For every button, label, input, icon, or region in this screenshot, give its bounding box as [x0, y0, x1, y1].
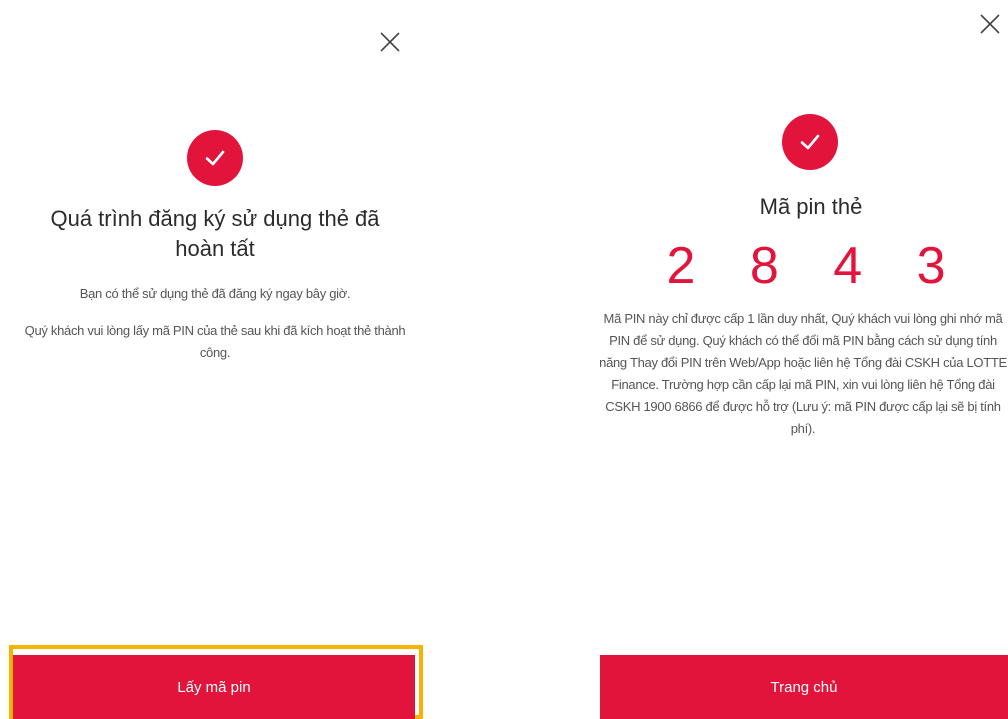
close-icon[interactable]: [978, 12, 1004, 38]
check-circle-icon: [187, 130, 243, 186]
card-pin-screen: Mã pin thẻ 2 8 4 3 Mã PIN này chỉ được c…: [598, 0, 1008, 719]
pin-instruction: Quý khách vui lòng lấy mã PIN của thẻ sa…: [24, 323, 406, 360]
home-button[interactable]: Trang chủ: [600, 655, 1008, 719]
page-title: Quá trình đăng ký sử dụng thẻ đã hoàn tấ…: [50, 206, 380, 261]
get-pin-button[interactable]: Lấy mã pin: [13, 655, 415, 719]
pin-code: 2 8 4 3: [666, 237, 966, 295]
pin-note: Mã PIN này chỉ được cấp 1 lần duy nhất, …: [599, 311, 1007, 436]
close-icon[interactable]: [378, 30, 404, 56]
pin-title: Mã pin thẻ: [759, 194, 863, 219]
info-message: Bạn có thể sử dụng thẻ đã đăng ký ngay b…: [79, 286, 351, 301]
check-circle-icon: [782, 114, 838, 170]
card-registration-complete-screen: Quá trình đăng ký sử dụng thẻ đã hoàn tấ…: [0, 0, 430, 719]
